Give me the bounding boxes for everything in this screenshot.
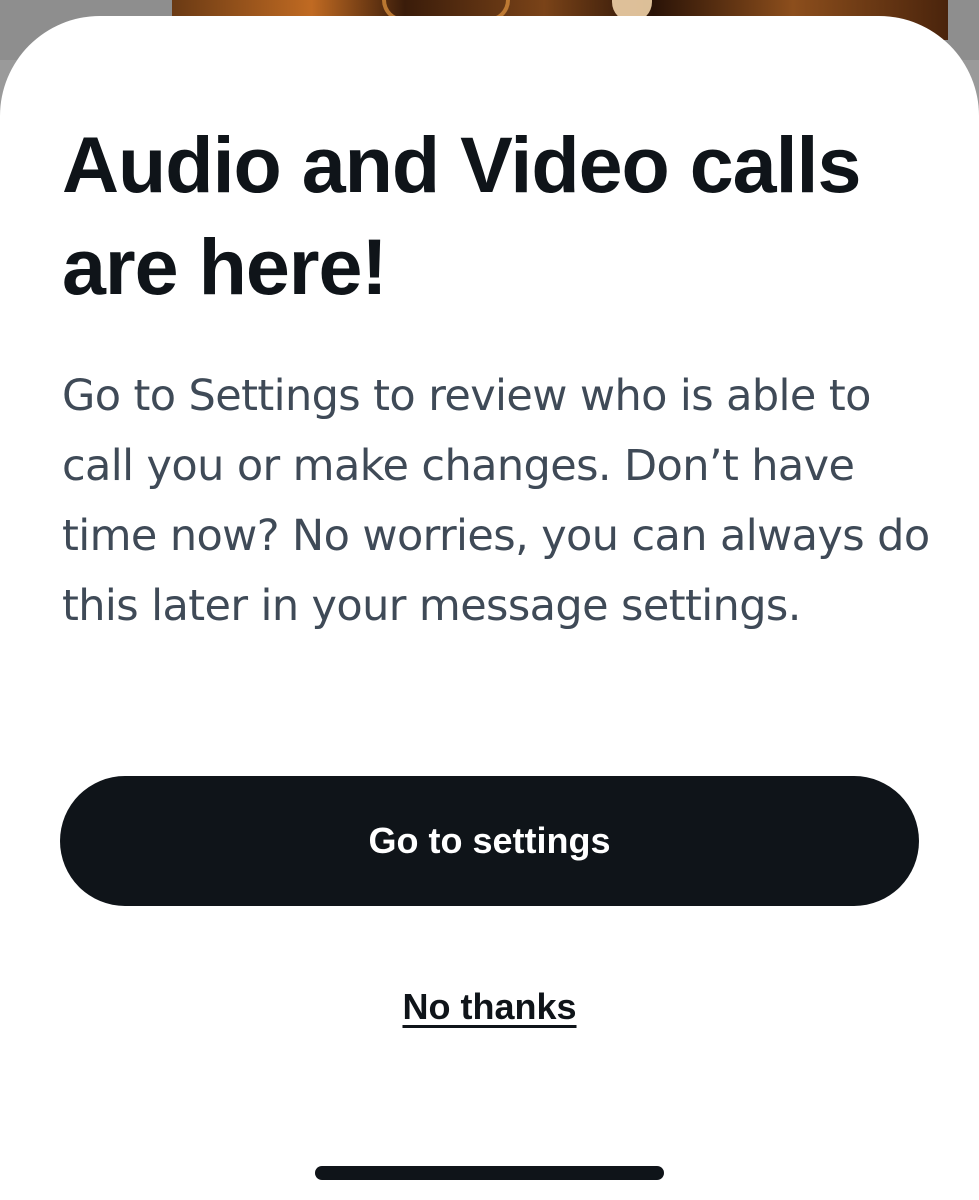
sheet-title: Audio and Video calls are here! (62, 120, 861, 311)
go-to-settings-label: Go to settings (368, 820, 611, 861)
no-thanks-link[interactable]: No thanks (0, 986, 979, 1028)
home-indicator[interactable] (315, 1166, 664, 1180)
sheet-description: Go to Settings to review who is able to … (62, 371, 930, 631)
go-to-settings-button[interactable]: Go to settings (60, 776, 919, 906)
calls-announcement-sheet: Audio and Video calls are here! Go to Se… (0, 16, 979, 1200)
